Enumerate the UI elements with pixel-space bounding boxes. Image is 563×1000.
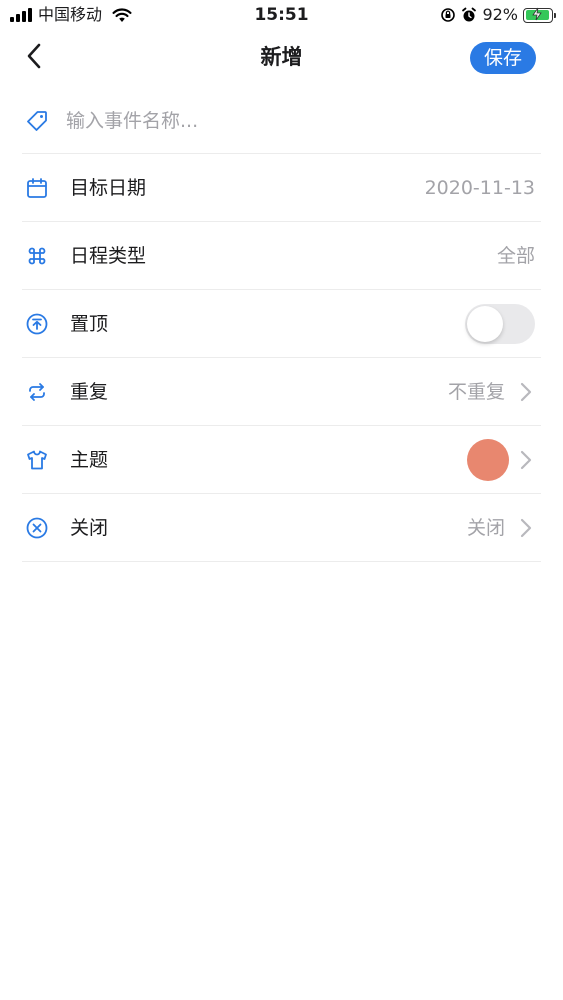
repeat-row[interactable]: 重复 不重复 [22,358,541,426]
target-date-value: 2020-11-13 [424,176,535,199]
toggle-knob [467,305,503,342]
alarm-icon [462,7,477,22]
close-value: 关闭 [466,516,505,539]
pin-top-label: 置顶 [70,312,109,335]
target-date-row[interactable]: 目标日期 2020-11-13 [22,154,541,222]
chevron-right-icon [520,450,532,469]
theme-color-swatch [467,438,509,481]
chevron-right-icon [520,382,532,401]
pin-top-toggle[interactable] [465,303,535,344]
close-row[interactable]: 关闭 关闭 [22,494,541,562]
chevron-right-icon [520,518,532,537]
repeat-value: 不重复 [447,380,505,403]
theme-row[interactable]: 主题 [22,426,541,494]
save-button[interactable]: 保存 [470,42,536,74]
grid-command-icon [25,244,49,268]
target-date-label: 目标日期 [70,176,147,199]
close-circle-icon [25,516,49,540]
battery-percent: 92% [482,5,518,24]
schedule-type-label: 日程类型 [70,244,147,267]
schedule-type-value: 全部 [496,244,535,267]
battery-icon [523,7,556,23]
repeat-icon [25,380,49,404]
tag-icon [25,109,49,133]
orientation-lock-icon [441,8,456,22]
status-bar: 中国移动 15:51 92% [0,0,563,30]
event-name-row [22,88,541,154]
schedule-type-row[interactable]: 日程类型 全部 [22,222,541,290]
nav-bar: 新增 保存 [0,30,563,86]
repeat-label: 重复 [70,380,109,403]
event-form: 目标日期 2020-11-13 日程类型 全部 置顶 [22,88,541,562]
close-label: 关闭 [70,516,109,539]
calendar-icon [25,176,49,200]
status-right: 92% [440,5,556,25]
pin-top-icon [25,312,49,336]
pin-top-row: 置顶 [22,290,541,358]
theme-label: 主题 [70,448,109,471]
shirt-icon [25,448,49,472]
event-name-input[interactable] [66,104,526,137]
